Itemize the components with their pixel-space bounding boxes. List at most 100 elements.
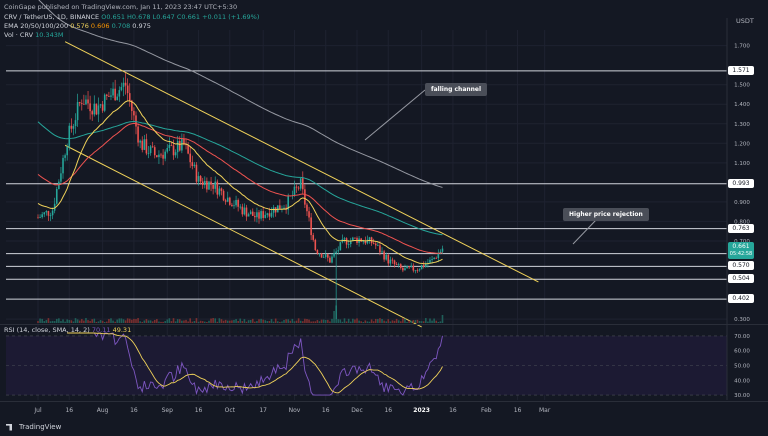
volume-bar — [126, 318, 129, 323]
candle-body — [74, 120, 77, 127]
volume-bar — [149, 320, 152, 323]
candle-body — [352, 237, 354, 241]
volume-bar — [216, 321, 219, 323]
volume-bar — [80, 319, 83, 323]
candle-body — [368, 237, 371, 240]
volume-bar — [329, 321, 331, 323]
candle-body — [372, 243, 375, 244]
candle-body — [43, 212, 46, 215]
volume-bar — [137, 318, 139, 323]
volume-bar — [262, 319, 264, 323]
candle-body — [95, 103, 98, 115]
ema-legend: EMA 20/50/100/200 0.576 0.606 0.708 0.97… — [4, 22, 151, 30]
volume-bar — [414, 320, 417, 323]
volume-bar — [260, 318, 262, 323]
volume-bar — [70, 320, 73, 323]
candle-body — [210, 181, 212, 185]
volume-bar — [354, 319, 356, 323]
tradingview-footer[interactable]: TradingView — [6, 423, 61, 431]
volume-bar — [360, 321, 362, 323]
volume-bar — [166, 319, 169, 323]
ema50-value: 0.606 — [90, 22, 110, 30]
volume-bar — [239, 318, 242, 323]
volume-bar — [101, 320, 104, 323]
volume-bar — [176, 319, 179, 323]
volume-bar — [241, 321, 244, 323]
candle-body — [399, 264, 402, 268]
candle-body — [176, 140, 179, 153]
candle-body — [297, 187, 300, 189]
candle-body — [112, 88, 114, 96]
volume-bar — [114, 321, 116, 323]
volume-bar — [45, 320, 48, 323]
volume-bar — [183, 320, 185, 323]
candle-body — [133, 110, 135, 116]
candle-body — [433, 257, 435, 260]
candle-body — [422, 265, 425, 267]
volume-bar — [441, 315, 444, 323]
volume-bar — [156, 319, 158, 323]
volume-bar — [310, 321, 312, 323]
rsi-legend: RSI (14, close, SMA, 14, 2) 70.11 49.31 — [4, 326, 131, 334]
candle-body — [99, 104, 102, 106]
annotation-pointer — [364, 89, 426, 141]
ema20-value: 0.576 — [70, 22, 89, 30]
volume-bar — [425, 318, 427, 323]
volume-bar — [141, 321, 144, 323]
candle-body — [226, 197, 229, 202]
volume-bar — [124, 320, 127, 323]
candle-body — [304, 189, 306, 205]
candle-body — [49, 215, 52, 217]
level-price-label: 1.571 — [728, 65, 754, 75]
volume-bar — [168, 318, 171, 323]
volume-bar — [47, 318, 50, 323]
candle-body — [385, 254, 387, 260]
volume-bar — [264, 320, 267, 323]
volume-bar — [379, 318, 381, 323]
volume-bar — [422, 321, 425, 323]
volume-bar — [306, 318, 308, 323]
rsi-value: 70.11 — [91, 326, 111, 334]
rsi-tick-label: 60.00 — [734, 349, 750, 355]
candle-body — [68, 125, 71, 147]
candle-body — [222, 190, 225, 201]
candle-body — [128, 93, 131, 101]
candle-body — [268, 213, 271, 217]
volume-bar — [339, 319, 342, 323]
candle-body — [249, 211, 252, 215]
candle-body — [172, 145, 175, 156]
level-price-label: 0.504 — [728, 274, 754, 284]
falling-channel-label: falling channel — [425, 83, 488, 96]
volume-bar — [72, 321, 75, 323]
candle-body — [260, 211, 262, 219]
candle-body — [201, 181, 204, 186]
volume-bar — [333, 311, 335, 323]
volume-bar — [272, 321, 275, 323]
volume-bar — [41, 318, 43, 323]
ema100-value: 0.708 — [111, 22, 131, 30]
volume-bar — [374, 318, 377, 323]
volume-bar — [120, 318, 123, 323]
ema20-line — [37, 100, 443, 265]
volume-bar — [293, 321, 296, 323]
volume-bar — [297, 318, 300, 323]
higher-price-rejection-label: Higher price rejection — [563, 208, 649, 221]
volume-bar — [410, 320, 413, 323]
ohlc-values: O0.651 H0.678 L0.647 C0.661 +0.011 (+1.6… — [101, 13, 260, 21]
candle-body — [354, 237, 356, 239]
volume-bar — [247, 320, 250, 323]
x-tick-label: 16 — [130, 407, 138, 414]
volume-bar — [331, 318, 333, 323]
candle-body — [193, 164, 196, 167]
candle-body — [78, 102, 81, 104]
candle-body — [391, 259, 394, 261]
volume-bar — [283, 320, 285, 323]
candle-body — [39, 217, 41, 218]
volume-bar — [370, 319, 373, 323]
y-tick-label: 1.200 — [734, 141, 750, 147]
volume-bar — [110, 318, 112, 323]
chart-canvas[interactable]: 70.00 60.00 50.00 40.00 30.00 Jul 16 Aug 16 Sep 1… — [0, 0, 768, 436]
symbol-name: CRV / TetherUS, 1D, BINANCE — [4, 13, 100, 21]
volume-bar — [301, 321, 304, 323]
candle-body — [389, 259, 392, 264]
